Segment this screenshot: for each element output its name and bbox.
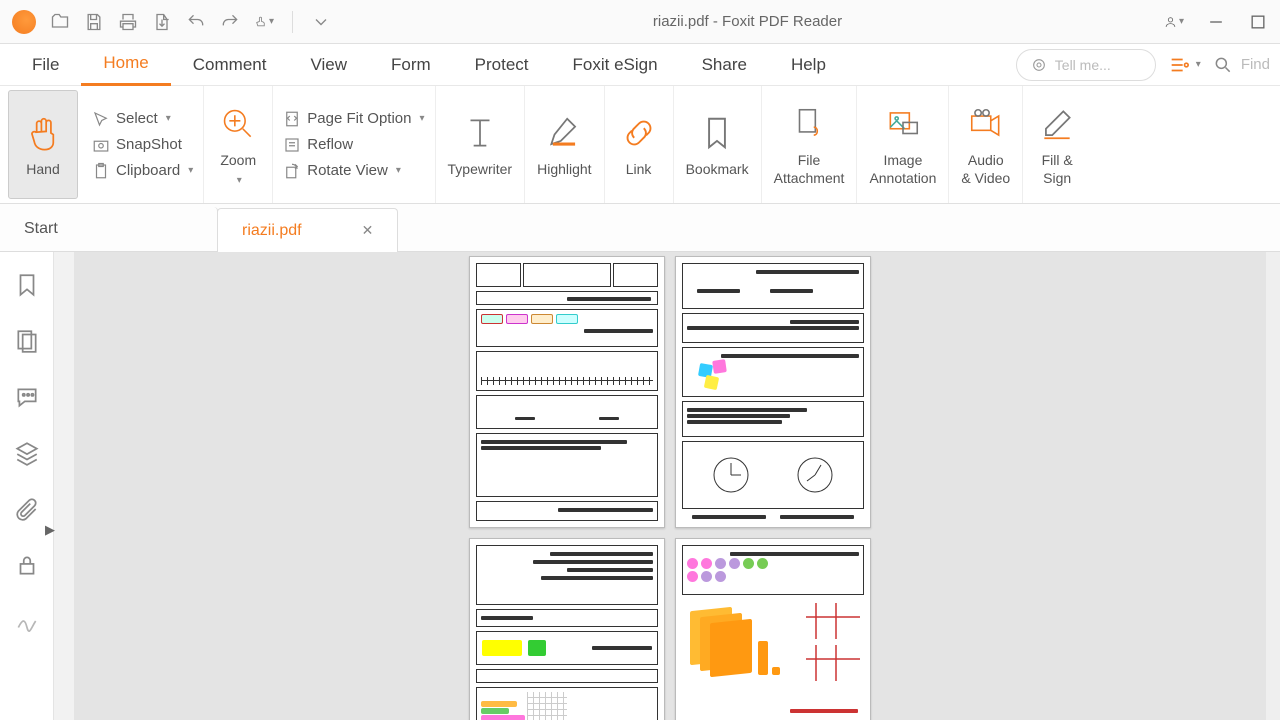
menu-bar: File Home Comment View Form Protect Foxi… [0,44,1280,86]
bookmark-icon [695,111,739,155]
menu-share[interactable]: Share [680,44,769,86]
nav-pane-collapsed [54,252,74,720]
sidebar-comments-icon[interactable] [14,384,40,410]
hand-icon [21,111,65,155]
typewriter-icon [458,111,502,155]
tool-link[interactable]: Link [605,86,674,203]
undo-icon[interactable] [186,12,206,32]
image-annotation-icon [881,102,925,146]
tool-bookmark[interactable]: Bookmark [674,86,762,203]
find-box[interactable]: Find [1213,55,1270,75]
tool-zoom[interactable]: Zoom▾ [204,86,273,203]
zoom-icon [216,102,260,146]
tool-typewriter[interactable]: Typewriter [436,86,526,203]
page-thumbnail[interactable] [469,256,665,528]
quick-access-toolbar: ▾ [12,10,331,34]
page-thumbnail[interactable] [469,538,665,720]
find-placeholder: Find [1241,56,1270,73]
qat-more-icon[interactable] [311,12,331,32]
sidebar-bookmarks-icon[interactable] [14,272,40,298]
ribbon-layout-icon[interactable]: ▾ [1168,54,1201,76]
vertical-scrollbar[interactable] [1266,252,1280,720]
menu-file[interactable]: File [10,44,81,86]
link-icon [617,111,661,155]
menu-esign[interactable]: Foxit eSign [551,44,680,86]
app-logo-icon [12,10,36,34]
tab-start[interactable]: Start [0,207,218,251]
page-canvas[interactable] [74,252,1266,720]
tool-hand[interactable]: Hand [8,90,78,199]
save-icon[interactable] [84,12,104,32]
menu-view[interactable]: View [288,44,369,86]
sidebar-signature-icon[interactable] [14,608,40,634]
tool-select[interactable]: Select▾ [92,110,193,128]
sidebar-layers-icon[interactable] [14,440,40,466]
highlight-icon [542,111,586,155]
nav-sidebar: ▶ [0,252,54,720]
tool-file-attachment[interactable]: File Attachment [762,86,858,203]
print-icon[interactable] [118,12,138,32]
audio-video-icon [964,102,1008,146]
tool-snapshot[interactable]: SnapShot [92,136,193,154]
tool-rotate[interactable]: Rotate View▾ [283,162,424,180]
tool-image-annotation[interactable]: Image Annotation [857,86,949,203]
touch-icon[interactable]: ▾ [254,12,274,32]
fill-sign-icon [1035,102,1079,146]
menu-comment[interactable]: Comment [171,44,289,86]
sidebar-attachment-icon[interactable] [14,496,40,522]
sidebar-security-icon[interactable] [14,552,40,578]
page-thumbnail[interactable] [675,538,871,720]
redo-icon[interactable] [220,12,240,32]
sidebar-pages-icon[interactable] [14,328,40,354]
window-title: riazii.pdf - Foxit PDF Reader [341,13,1154,30]
tool-clipboard[interactable]: Clipboard▾ [92,162,193,180]
tell-me-search[interactable]: Tell me... [1016,49,1156,81]
close-tab-icon[interactable]: ✕ [362,222,374,239]
tool-hand-label: Hand [26,161,59,179]
tool-fill-sign[interactable]: Fill & Sign [1023,86,1091,203]
minimize-icon[interactable] [1206,12,1226,32]
menu-help[interactable]: Help [769,44,848,86]
sidebar-expand-icon[interactable]: ▶ [45,522,55,538]
tool-page-fit[interactable]: Page Fit Option▾ [283,110,424,128]
tell-me-placeholder: Tell me... [1055,57,1111,73]
workspace: ▶ [0,252,1280,720]
tool-highlight[interactable]: Highlight [525,86,604,203]
document-tabs: Start riazii.pdf ✕ [0,204,1280,252]
ribbon-home: Hand Select▾ SnapShot Clipboard▾ Zoom▾ P… [0,86,1280,204]
menu-protect[interactable]: Protect [453,44,551,86]
title-bar: ▾ riazii.pdf - Foxit PDF Reader ▾ [0,0,1280,44]
menu-form[interactable]: Form [369,44,453,86]
menu-home[interactable]: Home [81,44,170,86]
open-icon[interactable] [50,12,70,32]
tool-reflow[interactable]: Reflow [283,136,424,154]
tool-audio-video[interactable]: Audio & Video [949,86,1023,203]
page-thumbnail[interactable] [675,256,871,528]
maximize-icon[interactable] [1248,12,1268,32]
file-attachment-icon [787,102,831,146]
export-icon[interactable] [152,12,172,32]
window-controls: ▾ [1164,12,1268,32]
account-icon[interactable]: ▾ [1164,12,1184,32]
tab-document[interactable]: riazii.pdf ✕ [217,208,398,252]
